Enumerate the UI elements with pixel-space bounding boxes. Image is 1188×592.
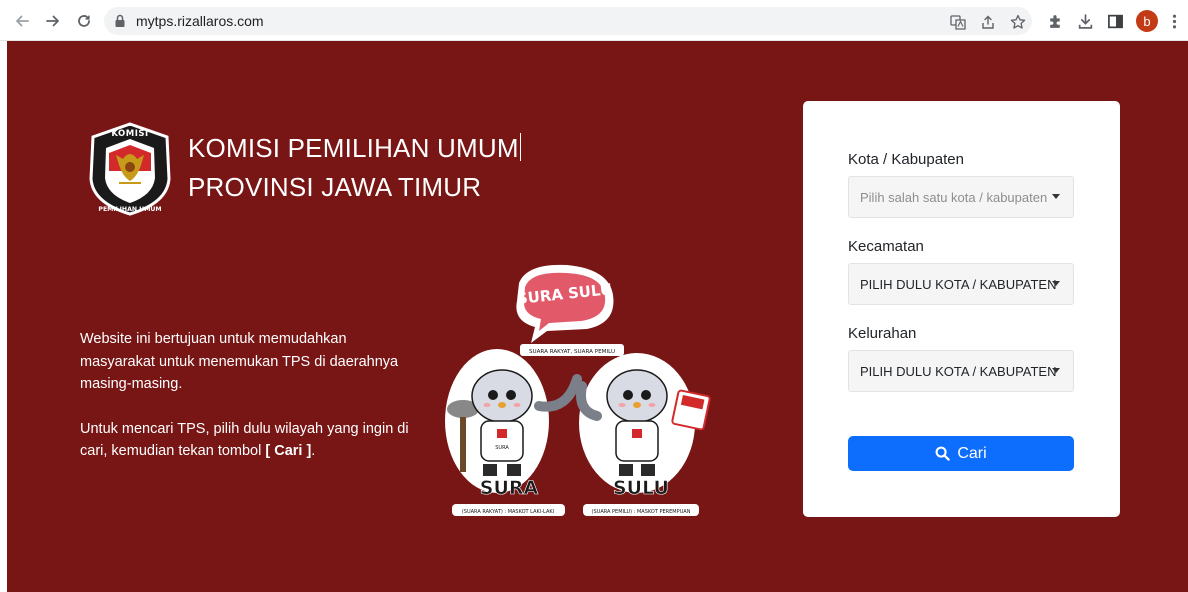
search-icon (935, 446, 951, 461)
share-icon[interactable] (979, 13, 997, 31)
sulu-name: SULU (613, 477, 669, 499)
bubble-caption: SUARA RAKYAT, SUARA PEMILU (529, 349, 615, 355)
search-form-card: Kota / Kabupaten Pilih salah satu kota /… (803, 101, 1120, 517)
mascot-sulu: SULU (SUARA PEMILU) : MASKOT PEREMPUAN (576, 353, 711, 516)
forward-icon[interactable] (42, 10, 64, 32)
browser-toolbar: mytps.rizallaros.com b (0, 0, 1188, 41)
reload-icon[interactable] (73, 10, 95, 32)
profile-avatar[interactable]: b (1136, 10, 1158, 32)
svg-text:PEMILIHAN UMUM: PEMILIHAN UMUM (98, 206, 161, 213)
search-button-label: Cari (957, 444, 987, 462)
extensions-icon[interactable] (1045, 11, 1065, 31)
translate-icon[interactable] (949, 13, 967, 31)
caret-down-icon (1052, 194, 1060, 199)
sulu-caption: (SUARA PEMILU) : MASKOT PEREMPUAN (592, 509, 691, 515)
kota-label: Kota / Kabupaten (848, 151, 964, 168)
star-icon[interactable] (1009, 13, 1027, 31)
kelurahan-label: Kelurahan (848, 325, 917, 342)
side-panel-icon[interactable] (1105, 11, 1125, 31)
download-icon[interactable] (1075, 11, 1095, 31)
title-line-1: KOMISI PEMILIHAN UMUM (188, 133, 521, 163)
page-background: KOMISI PEMILIHAN UMUM KOMISI PEMILIHAN U… (7, 41, 1188, 592)
caret-down-icon (1052, 281, 1060, 286)
kota-select-value: Pilih salah satu kota / kabupaten (860, 190, 1048, 205)
kecamatan-select-value: PILIH DULU KOTA / KABUPATEN (860, 277, 1057, 292)
sura-name: SURA (480, 477, 539, 499)
kelurahan-select[interactable]: PILIH DULU KOTA / KABUPATEN (848, 350, 1074, 392)
mascot-sura: SURA SURA (SUARA RAKYAT) : MASKOT LAKI-L… (445, 349, 582, 516)
back-icon[interactable] (11, 10, 33, 32)
search-button[interactable]: Cari (848, 436, 1074, 471)
address-bar[interactable]: mytps.rizallaros.com (104, 7, 1032, 35)
kelurahan-select-value: PILIH DULU KOTA / KABUPATEN (860, 364, 1057, 379)
speech-bubble: SURA SULU SUARA RAKYAT, SUARA PEMILU (516, 264, 624, 356)
kecamatan-select[interactable]: PILIH DULU KOTA / KABUPATEN (848, 263, 1074, 305)
text-cursor (519, 133, 521, 161)
lock-icon (115, 14, 125, 27)
kota-select[interactable]: Pilih salah satu kota / kabupaten (848, 176, 1074, 218)
url-text: mytps.rizallaros.com (136, 13, 264, 29)
page-title: KOMISI PEMILIHAN UMUM PROVINSI JAWA TIMU… (188, 129, 521, 207)
intro-paragraph-1: Website ini bertujuan untuk memudahkan m… (80, 331, 399, 392)
kpu-logo: KOMISI PEMILIHAN UMUM (89, 122, 171, 216)
sura-caption: (SUARA RAKYAT) : MASKOT LAKI-LAKI (462, 509, 554, 515)
svg-text:KOMISI: KOMISI (111, 129, 148, 139)
intro-text: Website ini bertujuan untuk memudahkan m… (80, 328, 420, 463)
mascot-illustration: SURA SULU SUARA RAKYAT, SUARA PEMILU SUR… (445, 264, 711, 516)
kecamatan-label: Kecamatan (848, 238, 924, 255)
title-line-2: PROVINSI JAWA TIMUR (188, 172, 482, 202)
menu-icon[interactable] (1164, 11, 1184, 31)
caret-down-icon (1052, 368, 1060, 373)
sura-shirt-text: SURA (495, 445, 509, 451)
cari-keyword: [ Cari ] (265, 443, 312, 459)
intro-paragraph-2: Untuk mencari TPS, pilih dulu wilayah ya… (80, 420, 409, 460)
